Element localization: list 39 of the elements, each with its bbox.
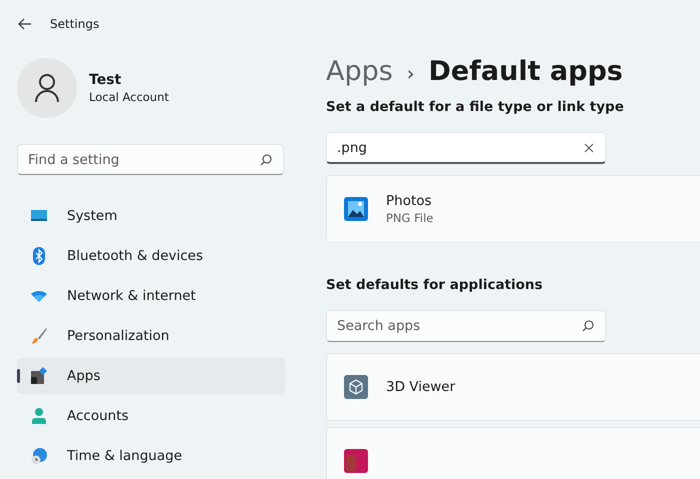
app-name: 3D Viewer [386, 379, 456, 395]
person-icon [32, 408, 46, 424]
apps-icon [31, 367, 47, 384]
search-icon [260, 154, 272, 166]
section-heading: Set a default for a file type or link type [326, 99, 624, 115]
back-arrow-icon[interactable] [18, 18, 32, 30]
page-title: Default apps [428, 56, 623, 87]
app-name: Photos [386, 193, 433, 209]
breadcrumb-separator: › [406, 63, 414, 85]
wifi-icon [31, 290, 47, 302]
nav-item[interactable]: Accounts [17, 398, 285, 434]
clear-icon[interactable] [584, 143, 594, 153]
app-card[interactable] [326, 427, 700, 479]
photos-icon [344, 197, 368, 221]
bluetooth-icon [33, 247, 45, 265]
selection-indicator [17, 369, 20, 383]
app-card[interactable]: 3D Viewer [326, 353, 700, 421]
cube-icon [344, 375, 368, 399]
file-type-label: PNG File [386, 211, 434, 225]
search-icon [582, 320, 594, 332]
nav-item[interactable]: Network & internet [17, 278, 285, 314]
search-apps-field[interactable]: Search apps [326, 310, 606, 342]
paintbrush-icon [32, 328, 47, 344]
breadcrumb-parent[interactable]: Apps [326, 56, 393, 87]
nav-item[interactable]: Bluetooth & devices [17, 238, 285, 274]
search-field[interactable]: Find a setting [17, 144, 284, 175]
nav-item[interactable]: Apps [17, 358, 285, 394]
file-type-field[interactable]: .png [326, 132, 606, 164]
nav-item[interactable]: Personalization [17, 318, 285, 354]
globe-clock-icon [32, 448, 47, 464]
nav-item[interactable]: System [17, 198, 285, 234]
app-icon [344, 449, 368, 473]
account-name: Test [89, 72, 122, 88]
window-title: Settings [50, 17, 100, 31]
file-type-card[interactable]: Photos PNG File [326, 175, 700, 243]
monitor-icon [31, 210, 47, 221]
nav-item[interactable]: Time & language [17, 438, 285, 474]
section-heading: Set defaults for applications [326, 277, 543, 293]
account-type: Local Account [89, 90, 169, 104]
